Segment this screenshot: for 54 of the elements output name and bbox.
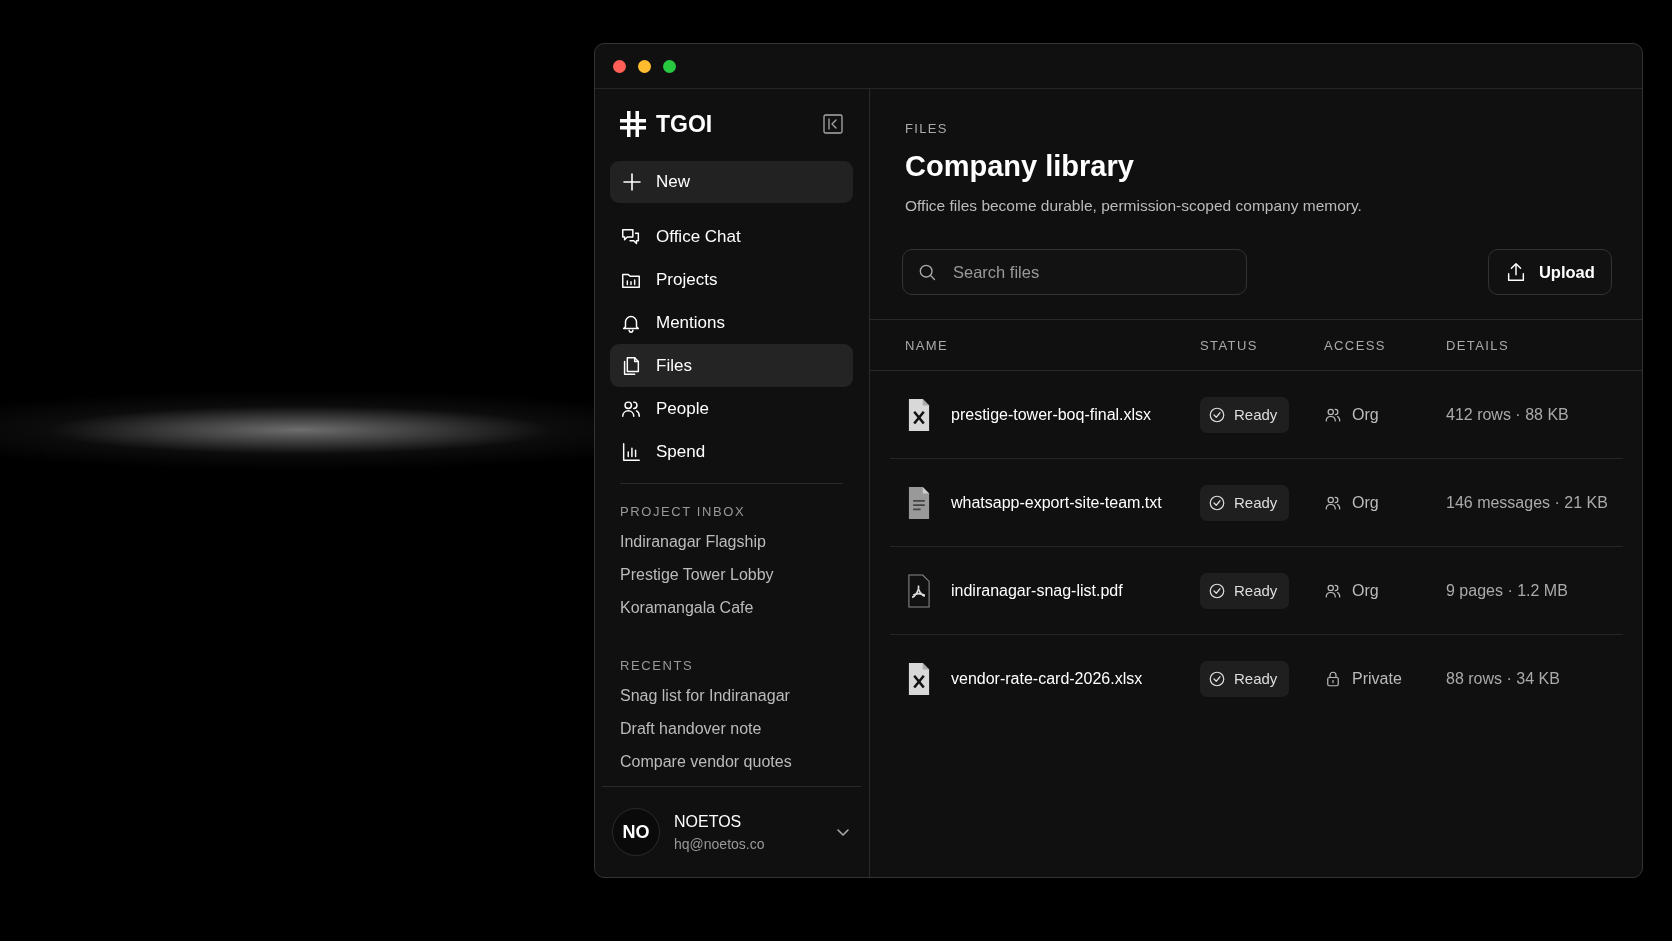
column-header: DETAILS [1446, 337, 1511, 353]
search-field[interactable]: Search files [902, 249, 1247, 295]
zoom-button[interactable] [663, 59, 676, 73]
page-subtitle: Office files become durable, permission-scoped company memory. [905, 197, 1363, 215]
access-label: Org [1352, 493, 1379, 512]
access-label: Org [1352, 405, 1379, 424]
sidebar-link[interactable]: Draft handover note [610, 712, 853, 745]
sidebar-link[interactable]: Compare vendor quotes [610, 745, 853, 778]
status-badge: Ready [1200, 572, 1290, 609]
column-header: STATUS [1200, 337, 1259, 353]
nav-item[interactable]: Projects [610, 258, 853, 301]
chart-icon [620, 440, 642, 463]
logo-icon [620, 111, 646, 137]
file-details: 88 rows · 34 KB [1446, 669, 1561, 688]
access-label: Private [1352, 669, 1402, 688]
avatar: NO [612, 808, 660, 856]
user-email: hq@noetos.co [674, 835, 766, 852]
status-badge: Ready [1200, 396, 1290, 433]
file-name[interactable]: whatsapp-export-site-team.txt [951, 493, 1162, 512]
section-heading: RECENTS [619, 658, 695, 673]
column-header: NAME [905, 337, 950, 353]
file-name[interactable]: prestige-tower-boq-final.xlsx [951, 405, 1152, 424]
search-icon [917, 262, 937, 282]
lock-icon [1324, 669, 1342, 688]
close-button[interactable] [613, 59, 626, 73]
minimize-button[interactable] [638, 59, 651, 73]
section-heading: PROJECT INBOX [619, 504, 747, 519]
upload-button[interactable]: Upload [1487, 249, 1612, 295]
file-details: 412 rows · 88 KB [1446, 405, 1570, 424]
file-name[interactable]: vendor-rate-card-2026.xlsx [951, 669, 1143, 688]
nav-item[interactable]: Spend [610, 430, 853, 473]
nav-item[interactable]: People [610, 387, 853, 430]
status-badge: Ready [1200, 484, 1290, 521]
file-name[interactable]: indiranagar-snag-list.pdf [951, 581, 1123, 600]
page-title: Company library [905, 150, 1135, 183]
nav-item[interactable]: Office Chat [610, 215, 853, 258]
file-details: 9 pages · 1.2 MB [1446, 581, 1569, 600]
nav-item[interactable]: Files [610, 344, 853, 387]
column-header: ACCESS [1324, 337, 1387, 353]
sidebar-link[interactable]: Koramangala Cafe [610, 591, 853, 624]
status-badge: Ready [1200, 660, 1290, 697]
file-details: 146 messages · 21 KB [1446, 493, 1608, 512]
brand-name: TGOI [656, 110, 714, 138]
plus-icon [622, 172, 642, 192]
pdf-file-icon [905, 573, 933, 608]
sidebar-link[interactable]: Prestige Tower Lobby [610, 558, 853, 591]
sidebar-link[interactable]: Indiranagar Flagship [610, 525, 853, 558]
user-name: NOETOS [674, 812, 743, 831]
sidebar-link[interactable]: Snag list for Indiranagar [610, 679, 853, 712]
nav-item[interactable]: Mentions [610, 301, 853, 344]
page-eyebrow: FILES [905, 121, 949, 136]
collapse-sidebar-button[interactable] [823, 114, 843, 134]
access-label: Org [1352, 581, 1379, 600]
new-button[interactable]: New [610, 161, 853, 203]
